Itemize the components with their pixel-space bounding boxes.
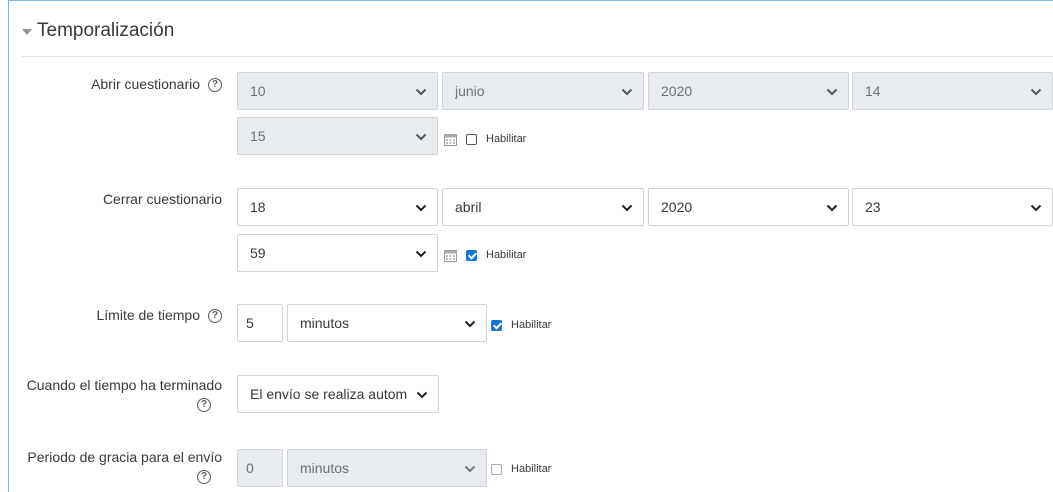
open-enable-checkbox[interactable]	[466, 134, 477, 145]
open-enable-label: Habilitar	[486, 133, 527, 145]
calendar-icon[interactable]	[444, 133, 457, 146]
time-limit-unit-select[interactable]: minutos	[287, 304, 487, 342]
chevron-down-icon	[415, 131, 427, 143]
open-minute-select[interactable]: 15	[237, 117, 438, 155]
chevron-down-icon	[1030, 86, 1042, 98]
open-day-value: 10	[250, 83, 266, 99]
time-limit-label-row: Límite de tiempo?	[40, 306, 222, 324]
when-time-ends-label-row: Cuando el tiempo ha terminado ?	[0, 376, 222, 412]
chevron-down-icon	[826, 86, 838, 98]
open-year-select[interactable]: 2020	[648, 72, 849, 110]
close-quiz-label: Cerrar cuestionario	[102, 191, 222, 207]
close-hour-select[interactable]: 23	[852, 188, 1053, 226]
grace-period-enable-checkbox[interactable]	[491, 464, 502, 475]
open-year-value: 2020	[661, 83, 693, 99]
grace-period-input[interactable]: 0	[237, 449, 283, 487]
chevron-down-icon	[621, 86, 633, 98]
open-minute-value: 15	[250, 128, 266, 144]
help-icon[interactable]: ?	[197, 398, 211, 412]
open-quiz-label: Abrir cuestionario	[91, 76, 200, 92]
time-limit-label: Límite de tiempo	[96, 307, 201, 323]
section-divider	[22, 56, 1053, 57]
close-hour-value: 23	[865, 199, 881, 215]
chevron-down-icon	[1030, 202, 1042, 214]
calendar-icon[interactable]	[444, 249, 457, 262]
close-quiz-label-row: Cerrar cuestionario	[40, 190, 222, 208]
time-limit-enable-label: Habilitar	[511, 319, 552, 331]
when-time-ends-value: El envío se realiza automáticamente	[250, 386, 408, 402]
section-header-timing[interactable]: Temporalización	[22, 20, 174, 42]
chevron-down-icon	[415, 86, 427, 98]
time-limit-enable-checkbox[interactable]	[491, 320, 502, 331]
chevron-down-icon	[416, 389, 428, 401]
close-minute-select[interactable]: 59	[237, 234, 438, 272]
close-minute-value: 59	[250, 245, 266, 261]
help-icon[interactable]: ?	[197, 470, 211, 484]
chevron-down-icon	[415, 202, 427, 214]
close-enable-checkbox[interactable]	[466, 250, 477, 261]
section-title: Temporalización	[37, 20, 175, 41]
caret-down-icon	[22, 29, 32, 35]
grace-period-label-row: Periodo de gracia para el envío ?	[0, 448, 222, 484]
open-quiz-label-row: Abrir cuestionario?	[40, 75, 222, 93]
close-day-select[interactable]: 18	[237, 188, 438, 226]
chevron-down-icon	[415, 248, 427, 260]
open-month-select[interactable]: junio	[442, 72, 644, 110]
close-year-value: 2020	[661, 199, 693, 215]
help-icon[interactable]: ?	[208, 309, 222, 324]
close-year-select[interactable]: 2020	[648, 188, 849, 226]
chevron-down-icon	[464, 318, 476, 330]
time-limit-unit-value: minutos	[300, 315, 350, 331]
grace-period-unit-value: minutos	[300, 460, 350, 476]
grace-period-label: Periodo de gracia para el envío	[27, 449, 222, 465]
grace-period-enable-label: Habilitar	[511, 463, 552, 475]
close-month-select[interactable]: abril	[442, 188, 644, 226]
time-limit-input[interactable]: 5	[237, 304, 283, 342]
close-enable-label: Habilitar	[486, 249, 527, 261]
chevron-down-icon	[826, 202, 838, 214]
when-time-ends-select[interactable]: El envío se realiza automáticamente	[237, 375, 439, 413]
open-hour-select[interactable]: 14	[852, 72, 1053, 110]
chevron-down-icon	[464, 463, 476, 475]
open-day-select[interactable]: 10	[237, 72, 438, 110]
open-hour-value: 14	[865, 83, 881, 99]
close-month-value: abril	[455, 199, 482, 215]
close-day-value: 18	[250, 199, 266, 215]
chevron-down-icon	[621, 202, 633, 214]
grace-period-unit-select[interactable]: minutos	[287, 449, 487, 487]
help-icon[interactable]: ?	[208, 78, 222, 93]
open-month-value: junio	[455, 83, 485, 99]
when-time-ends-label: Cuando el tiempo ha terminado	[26, 377, 222, 393]
